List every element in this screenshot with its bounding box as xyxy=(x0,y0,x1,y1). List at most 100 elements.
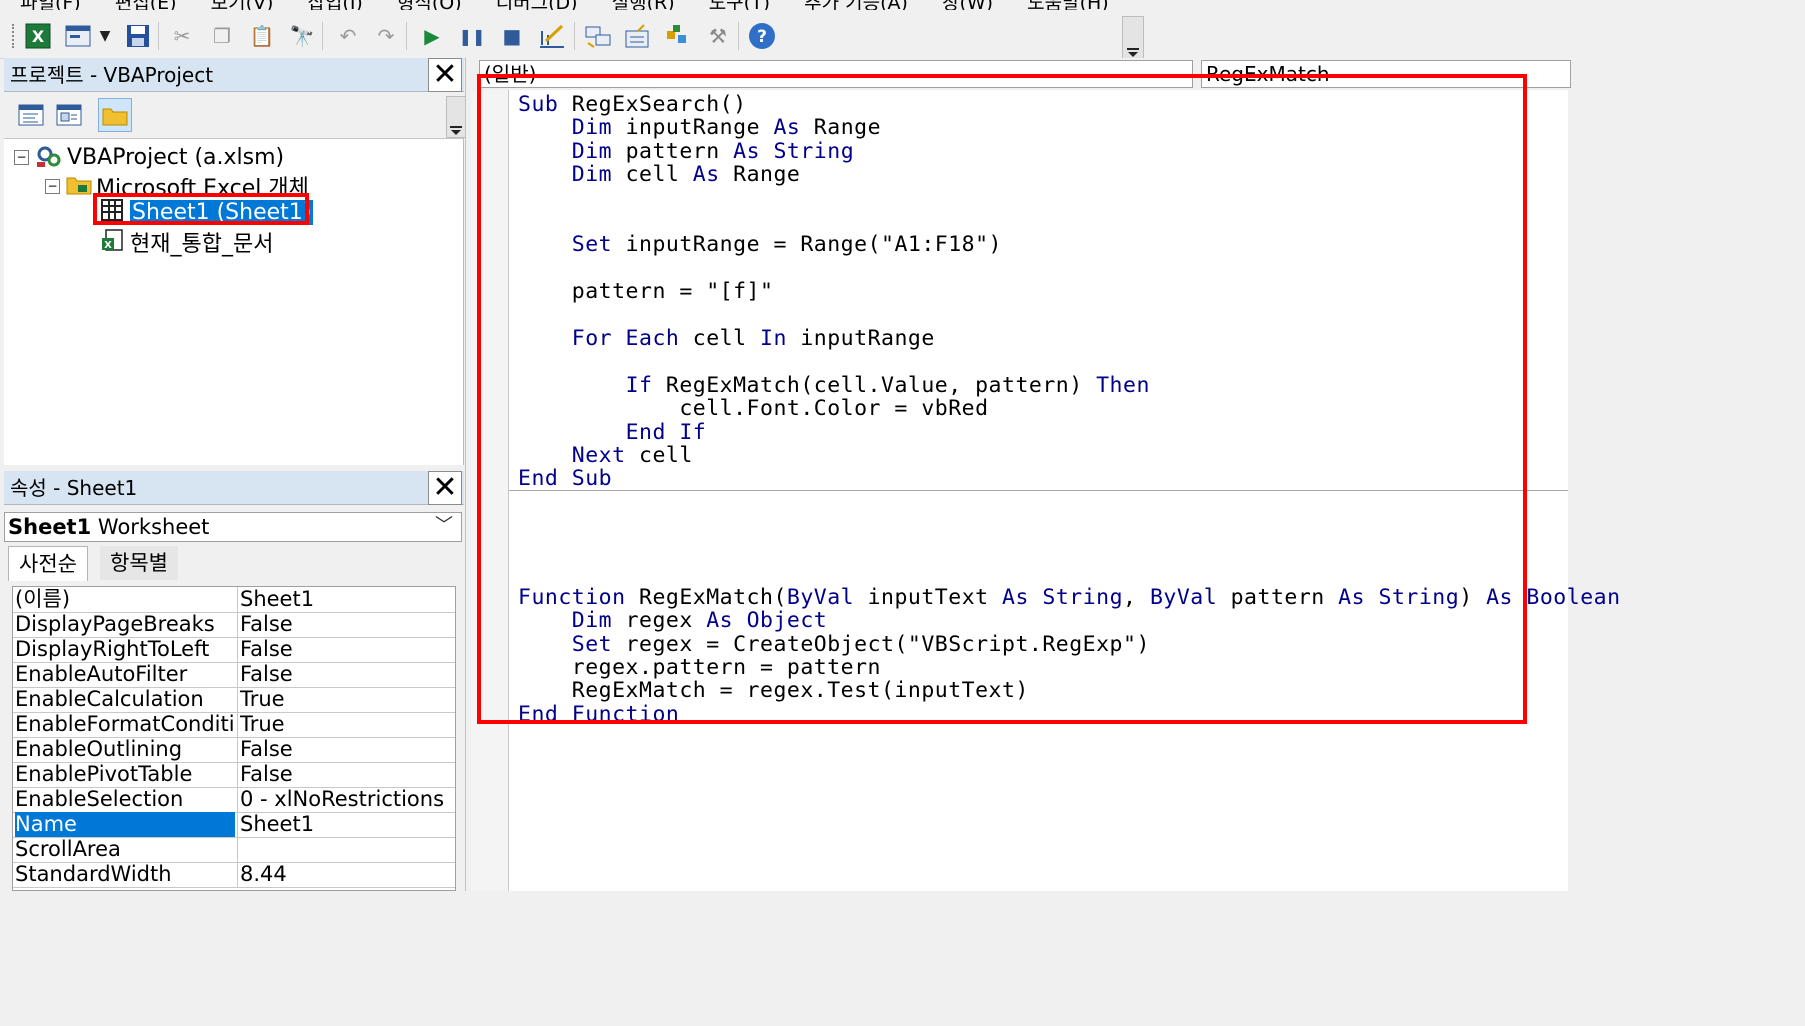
project-explorer-icon[interactable] xyxy=(584,22,612,50)
property-row[interactable]: DisplayRightToLeft False xyxy=(13,637,455,663)
project-title-text: 프로젝트 - VBAProject xyxy=(10,63,214,87)
property-name: EnableOutlining xyxy=(15,737,183,761)
property-name: EnableFormatConditi xyxy=(15,712,235,736)
properties-grid: (이름) Sheet1 DisplayPageBreaks False Displa… xyxy=(12,586,456,891)
property-row[interactable]: ScrollArea xyxy=(13,837,455,863)
folder-icon xyxy=(66,173,92,200)
project-toolbar xyxy=(4,92,466,139)
property-row[interactable]: EnableFormatConditi True xyxy=(13,712,455,738)
property-value[interactable]: True xyxy=(237,712,455,737)
property-value[interactable]: 0 - xlNoRestrictions xyxy=(237,787,455,812)
run-icon[interactable]: ▶ xyxy=(418,22,446,50)
property-row[interactable]: EnablePivotTable False xyxy=(13,762,455,788)
tree-root-node[interactable]: − VBAProject (a.xlsm) xyxy=(14,142,284,173)
excel-icon[interactable]: X xyxy=(24,22,52,50)
menu-tools[interactable]: 도구(T) xyxy=(709,0,770,10)
toolbar-options-button[interactable] xyxy=(1122,16,1144,60)
highlight-box-sheet xyxy=(93,193,309,225)
property-name: DisplayPageBreaks xyxy=(15,612,215,636)
menu-run[interactable]: 실행(R) xyxy=(612,0,675,10)
property-row[interactable]: (이름) Sheet1 xyxy=(13,587,455,613)
toolbar-grip[interactable] xyxy=(12,24,18,48)
property-name: ScrollArea xyxy=(15,837,121,861)
project-panel-title: 프로젝트 - VBAProject xyxy=(4,58,464,92)
property-row[interactable]: EnableCalculation True xyxy=(13,687,455,713)
cut-icon[interactable]: ✂ xyxy=(168,22,196,50)
collapse-icon[interactable]: − xyxy=(14,150,29,165)
property-name: DisplayRightToLeft xyxy=(15,637,210,661)
menu-bar: 파일(F) 편집(E) 보기(V) 삽입(I) 형식(O) 디버그(D) 실행(… xyxy=(0,0,1568,10)
property-row[interactable]: DisplayPageBreaks False xyxy=(13,612,455,638)
property-row[interactable]: EnableSelection 0 - xlNoRestrictions xyxy=(13,787,455,813)
project-tree: − VBAProject (a.xlsm) − Microsoft Excel … xyxy=(4,139,464,465)
tab-categorized[interactable]: 항목별 xyxy=(100,546,178,580)
property-value[interactable]: 8.44 xyxy=(237,862,455,887)
menu-insert[interactable]: 삽입(I) xyxy=(307,0,362,10)
property-value[interactable]: Sheet1 xyxy=(237,587,455,612)
redo-icon[interactable]: ↷ xyxy=(372,22,400,50)
menu-format[interactable]: 형식(O) xyxy=(397,0,462,10)
project-close-icon[interactable]: ✕ xyxy=(428,58,462,92)
object-name: Sheet1 xyxy=(8,515,92,539)
collapse-icon[interactable]: − xyxy=(45,178,60,194)
properties-close-icon[interactable]: ✕ xyxy=(428,471,462,505)
property-row-selected[interactable]: Name Sheet1 xyxy=(13,812,455,838)
menu-debug[interactable]: 디버그(D) xyxy=(496,0,578,10)
copy-icon[interactable]: ❐ xyxy=(208,22,236,50)
menu-edit[interactable]: 편집(E) xyxy=(115,0,177,10)
tree-workbook-label: 현재_통합_문서 xyxy=(130,232,274,257)
reset-icon[interactable]: ■ xyxy=(498,22,526,50)
menu-view[interactable]: 보기(V) xyxy=(211,0,274,10)
toolbox-icon[interactable]: ⚒ xyxy=(704,22,732,50)
workbook-icon: X xyxy=(100,228,126,257)
property-row[interactable]: EnableOutlining False xyxy=(13,737,455,763)
property-name: Name xyxy=(15,812,235,837)
properties-tabs: 사전순 항목별 xyxy=(4,544,462,582)
chevron-down-icon[interactable]: ﹀ xyxy=(435,512,453,540)
insert-userform-icon[interactable] xyxy=(64,22,92,50)
menu-addins[interactable]: 추가 기능(A) xyxy=(804,0,908,10)
highlight-box-code xyxy=(477,74,1527,724)
property-row[interactable]: StandardWidth 8.44 xyxy=(13,862,455,888)
tab-alphabetic[interactable]: 사전순 xyxy=(8,546,88,581)
property-value[interactable]: False xyxy=(237,737,455,762)
tree-root-label: VBAProject (a.xlsm) xyxy=(67,145,285,170)
break-icon[interactable]: ❚❚ xyxy=(458,22,486,50)
property-value[interactable]: True xyxy=(237,687,455,712)
properties-window-icon[interactable] xyxy=(624,22,652,50)
dropdown-icon[interactable]: ▼ xyxy=(95,22,115,50)
svg-text:?: ? xyxy=(757,27,767,47)
toggle-folders-icon[interactable] xyxy=(98,98,132,132)
design-mode-icon[interactable] xyxy=(538,22,566,50)
tree-workbook-node[interactable]: X 현재_통합_문서 xyxy=(100,226,273,258)
property-value[interactable]: False xyxy=(237,637,455,662)
find-icon[interactable]: 🔭 xyxy=(288,22,316,50)
code-keyword: Boolean xyxy=(1526,584,1621,610)
menu-window[interactable]: 창(W) xyxy=(942,0,993,10)
property-value[interactable]: False xyxy=(237,612,455,637)
property-row[interactable]: EnableAutoFilter False xyxy=(13,662,455,688)
object-browser-icon[interactable] xyxy=(664,22,692,50)
view-code-icon[interactable] xyxy=(14,98,48,132)
property-name: StandardWidth xyxy=(15,862,172,886)
view-object-icon[interactable] xyxy=(52,98,86,132)
paste-icon[interactable]: 📋 xyxy=(248,22,276,50)
undo-icon[interactable]: ↶ xyxy=(334,22,362,50)
properties-panel-title: 속성 - Sheet1 xyxy=(4,471,464,505)
properties-title-text: 속성 - Sheet1 xyxy=(10,476,138,500)
property-value[interactable]: Sheet1 xyxy=(237,812,455,837)
help-icon[interactable]: ? xyxy=(748,22,776,50)
property-value[interactable] xyxy=(237,837,455,862)
property-name: EnableSelection xyxy=(15,787,184,811)
svg-text:X: X xyxy=(104,240,112,251)
property-value[interactable]: False xyxy=(237,762,455,787)
save-icon[interactable] xyxy=(124,22,152,50)
object-selector[interactable]: Sheet1 Worksheet ﹀ xyxy=(4,512,462,542)
property-name: EnableAutoFilter xyxy=(15,662,188,686)
property-value[interactable]: False xyxy=(237,662,455,687)
svg-text:X: X xyxy=(32,27,45,46)
project-toolbar-options[interactable] xyxy=(446,96,466,138)
property-name: EnableCalculation xyxy=(15,687,204,711)
menu-help[interactable]: 도움말(H) xyxy=(1027,0,1109,10)
menu-file[interactable]: 파일(F) xyxy=(20,0,81,10)
